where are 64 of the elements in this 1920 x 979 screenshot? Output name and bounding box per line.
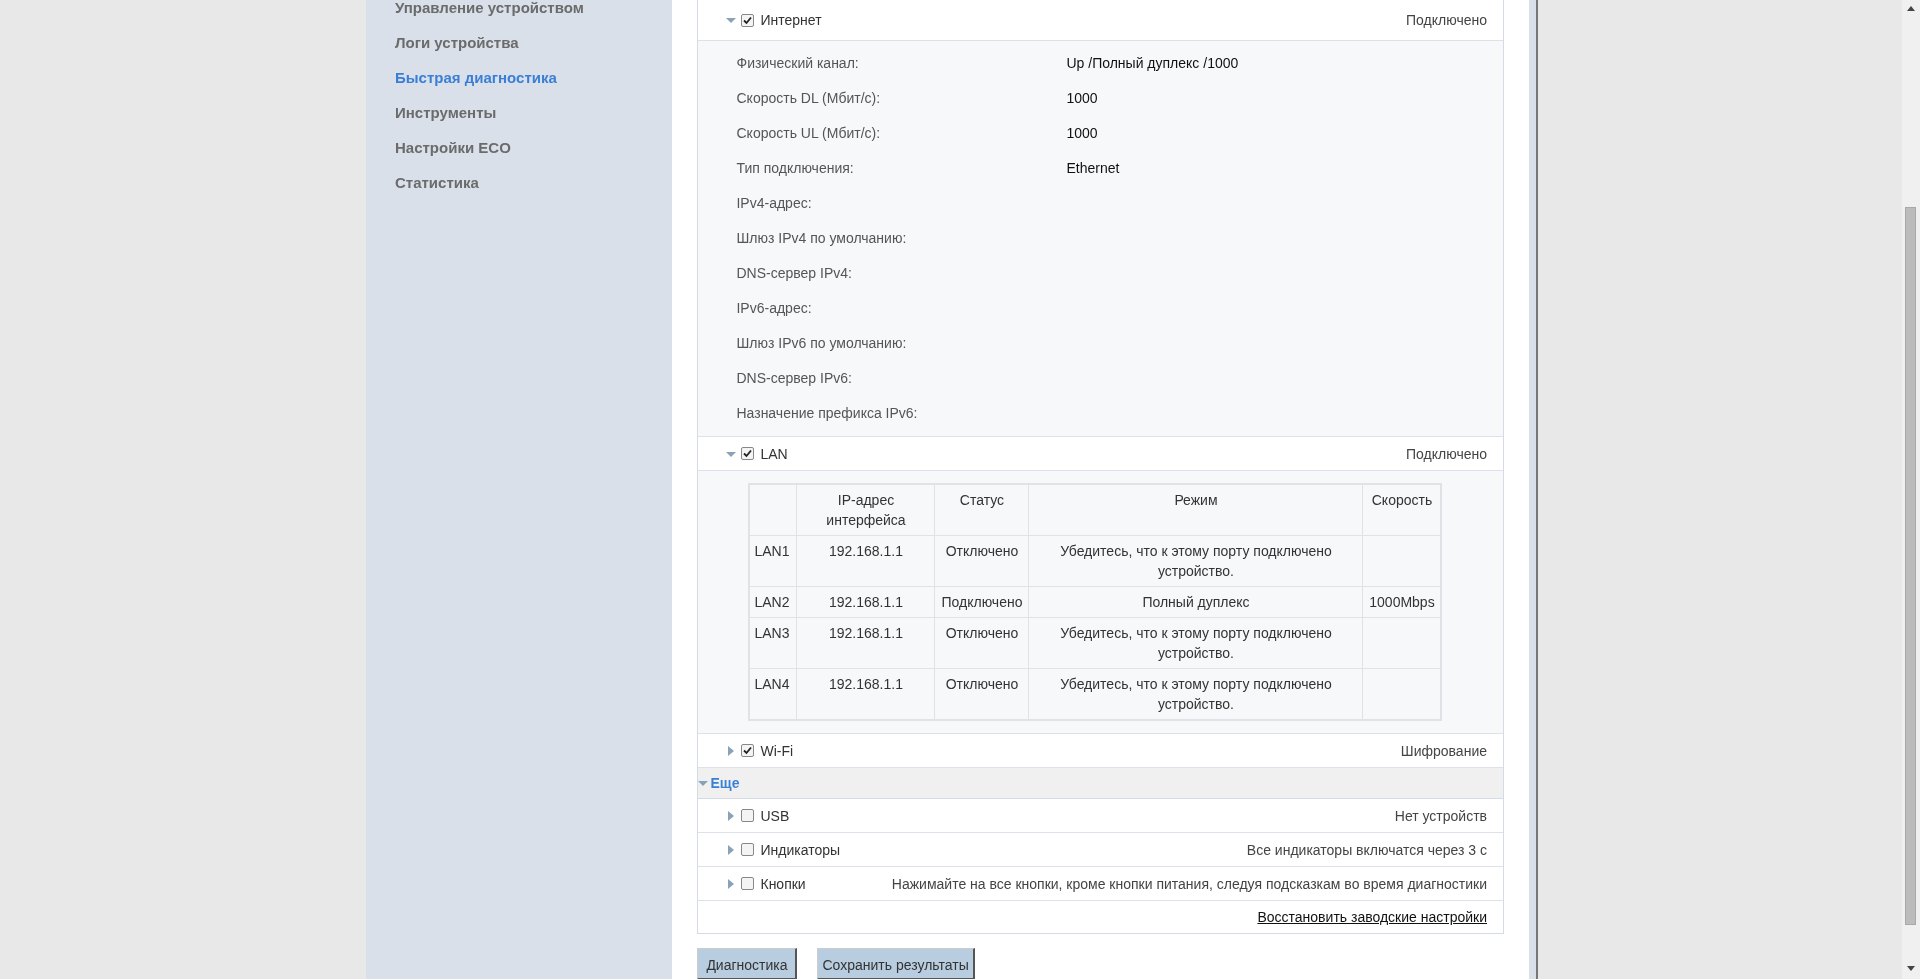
section-status: Нажимайте на все кнопки, кроме кнопки питания, следуя подсказкам во время диагностики <box>891 875 1487 892</box>
section-status: Все индикаторы включатся через 3 с <box>1246 841 1487 858</box>
table-cell: Полный дуплекс <box>1029 586 1363 618</box>
table-cell: Отключено <box>935 617 1029 669</box>
field-label: Шлюз IPv6 по умолчанию: <box>736 334 908 351</box>
field-value: Ethernet <box>1066 159 1120 176</box>
action-button[interactable]: Диагностика <box>697 948 798 979</box>
section-title: USB <box>760 807 790 824</box>
section-title: Wi-Fi <box>760 742 794 759</box>
expanded-triangle-icon[interactable] <box>726 15 737 25</box>
sidebar-item[interactable]: Инструменты <box>395 103 497 123</box>
table-cell: 192.168.1.1 <box>797 535 935 587</box>
checkbox[interactable] <box>741 877 755 890</box>
field-value: Up /Полный дуплекс /1000 <box>1066 54 1239 71</box>
checkbox[interactable] <box>741 744 755 757</box>
scroll-down-icon[interactable] <box>1907 966 1915 971</box>
field-label: Скорость DL (Мбит/с): <box>736 89 882 106</box>
expanded-triangle-icon[interactable] <box>698 778 709 788</box>
action-button[interactable]: Сохранить результаты <box>817 948 975 979</box>
section-status: Шифрование <box>1400 742 1487 759</box>
field-label: IPv6-адрес: <box>736 299 813 316</box>
column-header: Статус <box>935 484 1029 536</box>
section-title: Кнопки <box>760 875 806 892</box>
table-cell: 192.168.1.1 <box>797 586 935 618</box>
table-cell: Отключено <box>935 535 1029 587</box>
field-label: Скорость UL (Мбит/с): <box>736 124 882 141</box>
restore-defaults-link[interactable]: Восстановить заводские настройки <box>1257 909 1487 925</box>
section-title: Индикаторы <box>760 841 841 858</box>
scroll-up-icon[interactable] <box>1907 6 1915 11</box>
scrollbar-thumb[interactable] <box>1905 207 1916 925</box>
table-cell: LAN1 <box>749 535 797 587</box>
sidebar-item[interactable]: Настройки ECO <box>395 138 511 158</box>
table-cell: Убедитесь, что к этому порту подключено устройство. <box>1029 617 1363 669</box>
field-value: 1000 <box>1066 89 1098 106</box>
sidebar-item[interactable]: Управление устройством <box>395 0 584 18</box>
section-status: Подключено <box>1406 445 1487 462</box>
sidebar-item[interactable]: Статистика <box>395 173 479 193</box>
section-title: LAN <box>760 445 788 462</box>
scrollbar[interactable] <box>1902 0 1920 979</box>
field-label: Шлюз IPv4 по умолчанию: <box>736 229 908 246</box>
field-label: DNS-сервер IPv6: <box>736 369 853 386</box>
checkbox[interactable] <box>741 447 755 460</box>
field-label: IPv4-адрес: <box>736 194 813 211</box>
field-label: Физический канал: <box>736 54 860 71</box>
more-title: Еще <box>710 775 740 791</box>
column-header: Режим <box>1029 484 1363 536</box>
section-status: Нет устройств <box>1394 807 1487 824</box>
table-cell: LAN2 <box>749 586 797 618</box>
more-header[interactable]: Еще <box>698 768 1503 799</box>
checkbox[interactable] <box>741 809 755 822</box>
column-header: IP-адрес интерфейса <box>797 484 935 536</box>
table-cell: Подключено <box>935 586 1029 618</box>
field-label: DNS-сервер IPv4: <box>736 264 853 281</box>
field-label: Назначение префикса IPv6: <box>736 404 919 421</box>
table-cell: 192.168.1.1 <box>797 617 935 669</box>
sidebar-item[interactable]: Логи устройства <box>395 33 519 53</box>
table-cell: Убедитесь, что к этому порту подключено устройство. <box>1029 535 1363 587</box>
section-status: Подключено <box>1406 12 1487 28</box>
field-label: Тип подключения: <box>736 159 855 176</box>
table-cell: LAN3 <box>749 617 797 669</box>
section-title: Интернет <box>760 12 822 28</box>
checkbox[interactable] <box>741 13 755 27</box>
checkbox[interactable] <box>741 843 755 856</box>
field-value: 1000 <box>1066 124 1098 141</box>
